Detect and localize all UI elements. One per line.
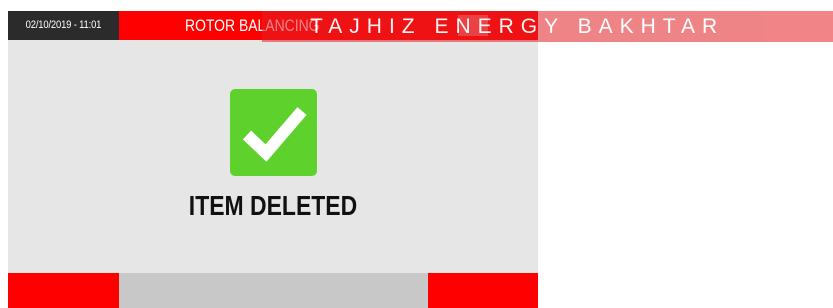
footer-right-button[interactable] [428, 273, 538, 308]
footer-left-button[interactable] [8, 273, 119, 308]
watermark-banner: TAJHIZ ENERGY BAKHTAR [262, 11, 833, 42]
status-message: ITEM DELETED [188, 190, 358, 221]
checkmark-icon [242, 107, 307, 162]
datetime-display: 02/10/2019 - 11:01 [8, 11, 119, 40]
success-checkmark-icon [230, 89, 317, 176]
message-panel: ITEM DELETED [8, 40, 538, 273]
footer-bar [8, 273, 538, 308]
screenshot-root: 02/10/2019 - 11:01 ROTOR BALANCING ITEM … [0, 0, 833, 308]
hmi-screen: 02/10/2019 - 11:01 ROTOR BALANCING ITEM … [8, 11, 538, 308]
